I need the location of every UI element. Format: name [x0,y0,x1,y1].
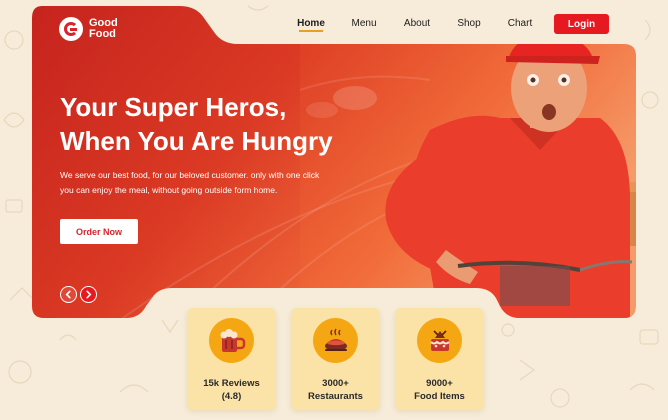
stat-card-reviews[interactable]: 15k Reviews (4.8) [187,308,276,410]
hero-title-line2: When You Are Hungry [60,126,333,156]
brand-logo[interactable]: Good Food [59,17,118,41]
brand-name-line2: Food [89,28,116,40]
active-nav-indicator [299,30,323,32]
nav-item-shop[interactable]: Shop [457,18,480,29]
nav-item-chart[interactable]: Chart [508,18,532,29]
hero-description-line1: We serve our best food, for our beloved … [60,170,320,180]
stat-label: 3000+ Restaurants [291,377,380,403]
nav-item-home[interactable]: Home [297,18,325,29]
stat-icon-wrap [417,318,462,363]
nav-item-about[interactable]: About [404,18,430,29]
carousel-next-button[interactable] [80,286,97,303]
hero-title-line1: Your Super Heros, [60,92,287,122]
stat-card-restaurants[interactable]: 3000+ Restaurants [291,308,380,410]
chevron-left-icon [65,290,71,299]
stat-caption: (4.8) [221,391,242,402]
stat-icon-wrap [209,318,254,363]
hero-banner [32,6,636,318]
g-logo-icon [59,17,83,41]
hot-dish-icon [324,328,347,351]
stat-caption: Restaurants [308,391,363,402]
stat-caption: Food Items [414,391,465,402]
stat-label: 15k Reviews (4.8) [187,377,276,403]
stat-value: 9000+ [426,378,453,389]
hero-description-line2: you can enjoy the meal, without going ou… [60,185,278,195]
stat-icon-wrap [313,318,358,363]
brand-name: Good Food [89,18,118,40]
stat-value: 15k Reviews [203,378,260,389]
stat-value: 3000+ [322,378,349,389]
chevron-right-icon [86,290,92,299]
carousel-prev-button[interactable] [60,286,77,303]
stat-card-food-items[interactable]: 9000+ Food Items [395,308,484,410]
order-now-button[interactable]: Order Now [60,219,138,244]
login-button[interactable]: Login [554,14,609,34]
hero-description: We serve our best food, for our beloved … [60,168,360,198]
nav-item-menu[interactable]: Menu [351,18,376,29]
hero-title: Your Super Heros, When You Are Hungry [60,90,390,158]
stat-label: 9000+ Food Items [395,377,484,403]
beer-mug-icon [220,328,245,352]
cake-icon [429,329,450,351]
